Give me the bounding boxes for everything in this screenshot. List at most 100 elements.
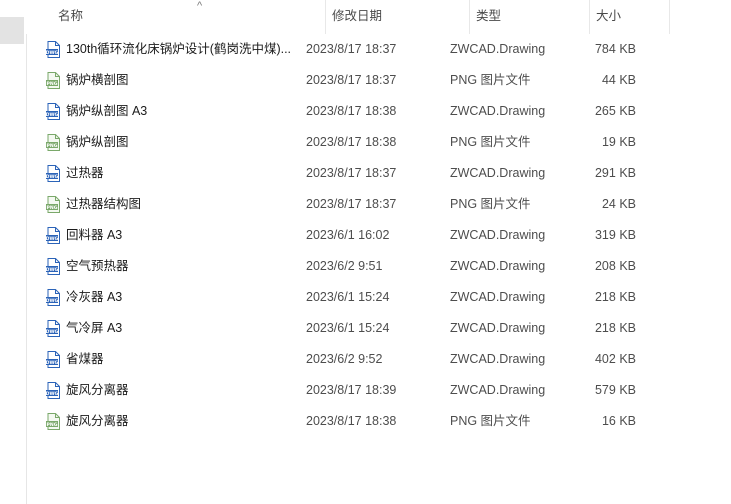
file-date-modified: 2023/8/17 18:38 bbox=[306, 135, 397, 149]
file-date-modified: 2023/6/2 9:51 bbox=[306, 259, 383, 273]
file-type: PNG 图片文件 bbox=[450, 197, 531, 211]
file-date-modified: 2023/8/17 18:37 bbox=[306, 42, 397, 56]
file-date-modified: 2023/8/17 18:38 bbox=[306, 414, 397, 428]
dwg-file-icon: DWG bbox=[46, 289, 61, 306]
file-row[interactable]: DWG 130th循环流化床锅炉设计(鹤岗洗中煤)... 2023/8/17 18:… bbox=[26, 34, 731, 65]
png-file-icon: PNG bbox=[46, 413, 61, 430]
file-type: ZWCAD.Drawing bbox=[450, 383, 546, 397]
svg-text:DWG: DWG bbox=[46, 236, 59, 242]
dwg-file-icon: DWG bbox=[46, 165, 61, 182]
file-type: PNG 图片文件 bbox=[450, 73, 531, 87]
file-date-modified: 2023/6/2 9:52 bbox=[306, 352, 383, 366]
svg-text:DWG: DWG bbox=[46, 50, 59, 56]
file-size: 24 KB bbox=[601, 197, 636, 211]
file-date-modified: 2023/6/1 15:24 bbox=[306, 321, 390, 335]
dwg-file-icon: DWG bbox=[46, 382, 61, 399]
file-date-modified: 2023/8/17 18:39 bbox=[306, 383, 397, 397]
file-size: 784 KB bbox=[594, 42, 636, 56]
file-date-modified: 2023/8/17 18:37 bbox=[306, 73, 397, 87]
file-row[interactable]: DWG 空气预热器 2023/6/2 9:51 ZWCAD.Drawing 208 KB bbox=[26, 251, 731, 282]
png-file-icon: PNG bbox=[46, 72, 61, 89]
file-name[interactable]: 气冷屏 A3 bbox=[66, 313, 302, 344]
file-size: 19 KB bbox=[601, 135, 636, 149]
file-name[interactable]: 过热器结构图 bbox=[66, 189, 302, 220]
file-date-modified: 2023/8/17 18:37 bbox=[306, 166, 397, 180]
column-header-size-label: 大小 bbox=[596, 9, 622, 23]
dwg-file-icon: DWG bbox=[46, 41, 61, 58]
column-header-date-modified[interactable]: 修改日期 bbox=[326, 0, 470, 34]
file-size: 319 KB bbox=[594, 228, 636, 242]
file-name[interactable]: 空气预热器 bbox=[66, 251, 302, 282]
dwg-file-icon: DWG bbox=[46, 227, 61, 244]
file-row[interactable]: DWG 冷灰器 A3 2023/6/1 15:24 ZWCAD.Drawing 218 … bbox=[26, 282, 731, 313]
dwg-file-icon: DWG bbox=[46, 320, 61, 337]
svg-text:DWG: DWG bbox=[46, 112, 59, 118]
file-name[interactable]: 130th循环流化床锅炉设计(鹤岗洗中煤)... bbox=[66, 34, 302, 65]
file-size: 16 KB bbox=[601, 414, 636, 428]
file-row[interactable]: PNG 过热器结构图 2023/8/17 18:37 PNG 图片文件 24 KB bbox=[26, 189, 731, 220]
file-name[interactable]: 省煤器 bbox=[66, 344, 302, 375]
column-header-bar: ^ 名称 修改日期 类型 大小 bbox=[26, 0, 731, 34]
file-size: 265 KB bbox=[594, 104, 636, 118]
file-name[interactable]: 锅炉纵剖图 bbox=[66, 127, 302, 158]
file-name[interactable]: 回料器 A3 bbox=[66, 220, 302, 251]
file-row[interactable]: DWG 锅炉纵剖图 A3 2023/8/17 18:38 ZWCAD.Drawing 2… bbox=[26, 96, 731, 127]
column-header-name[interactable]: 名称 bbox=[52, 0, 326, 34]
svg-text:DWG: DWG bbox=[46, 391, 59, 397]
file-date-modified: 2023/6/1 15:24 bbox=[306, 290, 390, 304]
file-type: ZWCAD.Drawing bbox=[450, 259, 546, 273]
file-name[interactable]: 冷灰器 A3 bbox=[66, 282, 302, 313]
dwg-file-icon: DWG bbox=[46, 258, 61, 275]
column-header-date-label: 修改日期 bbox=[332, 9, 383, 23]
svg-text:DWG: DWG bbox=[46, 329, 59, 335]
file-row[interactable]: DWG 气冷屏 A3 2023/6/1 15:24 ZWCAD.Drawing 218 … bbox=[26, 313, 731, 344]
file-name[interactable]: 旋风分离器 bbox=[66, 406, 302, 437]
file-name[interactable]: 锅炉纵剖图 A3 bbox=[66, 96, 302, 127]
file-row[interactable]: PNG 锅炉纵剖图 2023/8/17 18:38 PNG 图片文件 19 KB bbox=[26, 127, 731, 158]
file-name[interactable]: 旋风分离器 bbox=[66, 375, 302, 406]
png-file-icon: PNG bbox=[46, 196, 61, 213]
column-header-type[interactable]: 类型 bbox=[470, 0, 590, 34]
file-type: ZWCAD.Drawing bbox=[450, 352, 546, 366]
svg-text:DWG: DWG bbox=[46, 174, 59, 180]
file-row[interactable]: PNG 锅炉横剖图 2023/8/17 18:37 PNG 图片文件 44 KB bbox=[26, 65, 731, 96]
file-size: 44 KB bbox=[601, 73, 636, 87]
dwg-file-icon: DWG bbox=[46, 351, 61, 368]
file-row[interactable]: DWG 旋风分离器 2023/8/17 18:39 ZWCAD.Drawing 579 … bbox=[26, 375, 731, 406]
file-size: 579 KB bbox=[594, 383, 636, 397]
file-size: 291 KB bbox=[594, 166, 636, 180]
navigation-pane-selected-item[interactable] bbox=[0, 17, 24, 44]
file-type: PNG 图片文件 bbox=[450, 414, 531, 428]
navigation-pane[interactable] bbox=[0, 0, 27, 504]
file-date-modified: 2023/8/17 18:38 bbox=[306, 104, 397, 118]
file-list: DWG 130th循环流化床锅炉设计(鹤岗洗中煤)... 2023/8/17 18:… bbox=[26, 34, 731, 437]
file-type: PNG 图片文件 bbox=[450, 135, 531, 149]
file-type: ZWCAD.Drawing bbox=[450, 42, 546, 56]
file-type: ZWCAD.Drawing bbox=[450, 166, 546, 180]
file-row[interactable]: PNG 旋风分离器 2023/8/17 18:38 PNG 图片文件 16 KB bbox=[26, 406, 731, 437]
file-row[interactable]: DWG 过热器 2023/8/17 18:37 ZWCAD.Drawing 291 KB bbox=[26, 158, 731, 189]
column-header-size[interactable]: 大小 bbox=[590, 0, 670, 34]
file-date-modified: 2023/8/17 18:37 bbox=[306, 197, 397, 211]
dwg-file-icon: DWG bbox=[46, 103, 61, 120]
svg-text:DWG: DWG bbox=[46, 267, 59, 273]
svg-text:PNG: PNG bbox=[47, 205, 58, 211]
file-name[interactable]: 过热器 bbox=[66, 158, 302, 189]
column-header-name-label: 名称 bbox=[58, 9, 84, 23]
file-date-modified: 2023/6/1 16:02 bbox=[306, 228, 390, 242]
file-row[interactable]: DWG 回料器 A3 2023/6/1 16:02 ZWCAD.Drawing 319 … bbox=[26, 220, 731, 251]
svg-text:PNG: PNG bbox=[47, 81, 58, 87]
file-size: 208 KB bbox=[594, 259, 636, 273]
file-type: ZWCAD.Drawing bbox=[450, 321, 546, 335]
file-type: ZWCAD.Drawing bbox=[450, 290, 546, 304]
file-size: 218 KB bbox=[594, 290, 636, 304]
column-header-type-label: 类型 bbox=[476, 9, 502, 23]
file-name[interactable]: 锅炉横剖图 bbox=[66, 65, 302, 96]
svg-text:DWG: DWG bbox=[46, 360, 59, 366]
file-row[interactable]: DWG 省煤器 2023/6/2 9:52 ZWCAD.Drawing 402 KB bbox=[26, 344, 731, 375]
png-file-icon: PNG bbox=[46, 134, 61, 151]
svg-text:PNG: PNG bbox=[47, 422, 58, 428]
svg-text:PNG: PNG bbox=[47, 143, 58, 149]
svg-text:DWG: DWG bbox=[46, 298, 59, 304]
file-size: 402 KB bbox=[594, 352, 636, 366]
